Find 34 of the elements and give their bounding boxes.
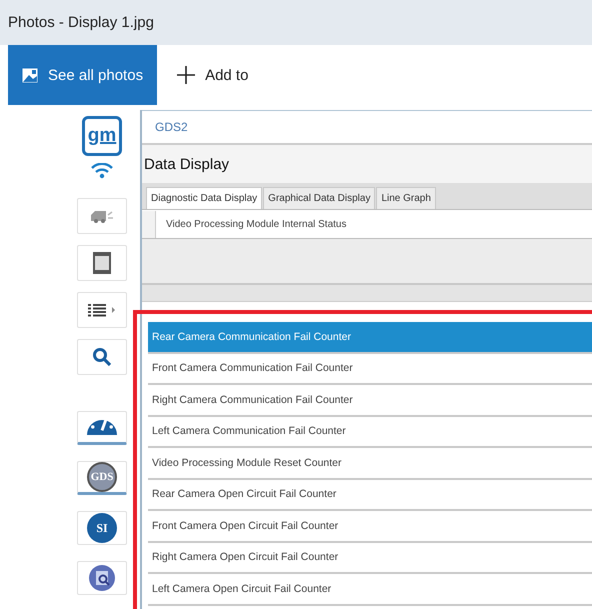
add-to-button[interactable]: Add to <box>163 45 262 105</box>
report-icon <box>88 564 116 592</box>
checkbox[interactable] <box>142 210 156 238</box>
gallery-icon <box>22 68 38 82</box>
app-title: GDS2 <box>155 120 188 134</box>
badge-icon: SI <box>87 513 117 543</box>
screen-button[interactable] <box>77 245 127 281</box>
parameter-row[interactable]: Right Camera Open Circuit Fail Counter <box>148 542 592 574</box>
list-icon <box>87 303 117 317</box>
tab[interactable]: Graphical Data Display <box>263 187 376 209</box>
gm-logo[interactable]: gm <box>82 116 122 156</box>
page-heading: Data Display <box>144 156 230 172</box>
gauge-button[interactable] <box>77 411 127 445</box>
parameter-row[interactable]: Rear Camera Communication Fail Counter <box>148 322 592 354</box>
parameter-row[interactable]: Front Camera Communication Fail Counter <box>148 354 592 385</box>
vehicle-button[interactable] <box>77 198 127 234</box>
search-button[interactable] <box>77 339 127 375</box>
badge-icon: GDS <box>87 462 117 492</box>
see-all-photos-button[interactable]: See all photos <box>8 45 158 105</box>
report-button[interactable] <box>77 561 127 595</box>
van-icon <box>90 209 114 223</box>
parameter-row[interactable]: Rear Camera Open Circuit Fail Counter <box>148 480 592 511</box>
wifi-icon[interactable] <box>91 163 113 179</box>
module-name: Video Processing Module Internal Status <box>166 218 346 230</box>
search-icon <box>92 347 112 367</box>
parameter-row[interactable]: Left Camera Communication Fail Counter <box>148 416 592 448</box>
gauge-icon <box>87 420 117 434</box>
tab[interactable]: Diagnostic Data Display <box>146 187 262 209</box>
plus-icon <box>177 66 196 84</box>
screen-icon <box>93 252 111 274</box>
tab[interactable]: Line Graph <box>376 187 436 209</box>
window-title: Photos - Display 1.jpg <box>8 14 154 31</box>
list-button[interactable] <box>77 292 127 328</box>
badge-button[interactable]: SI <box>77 511 127 545</box>
